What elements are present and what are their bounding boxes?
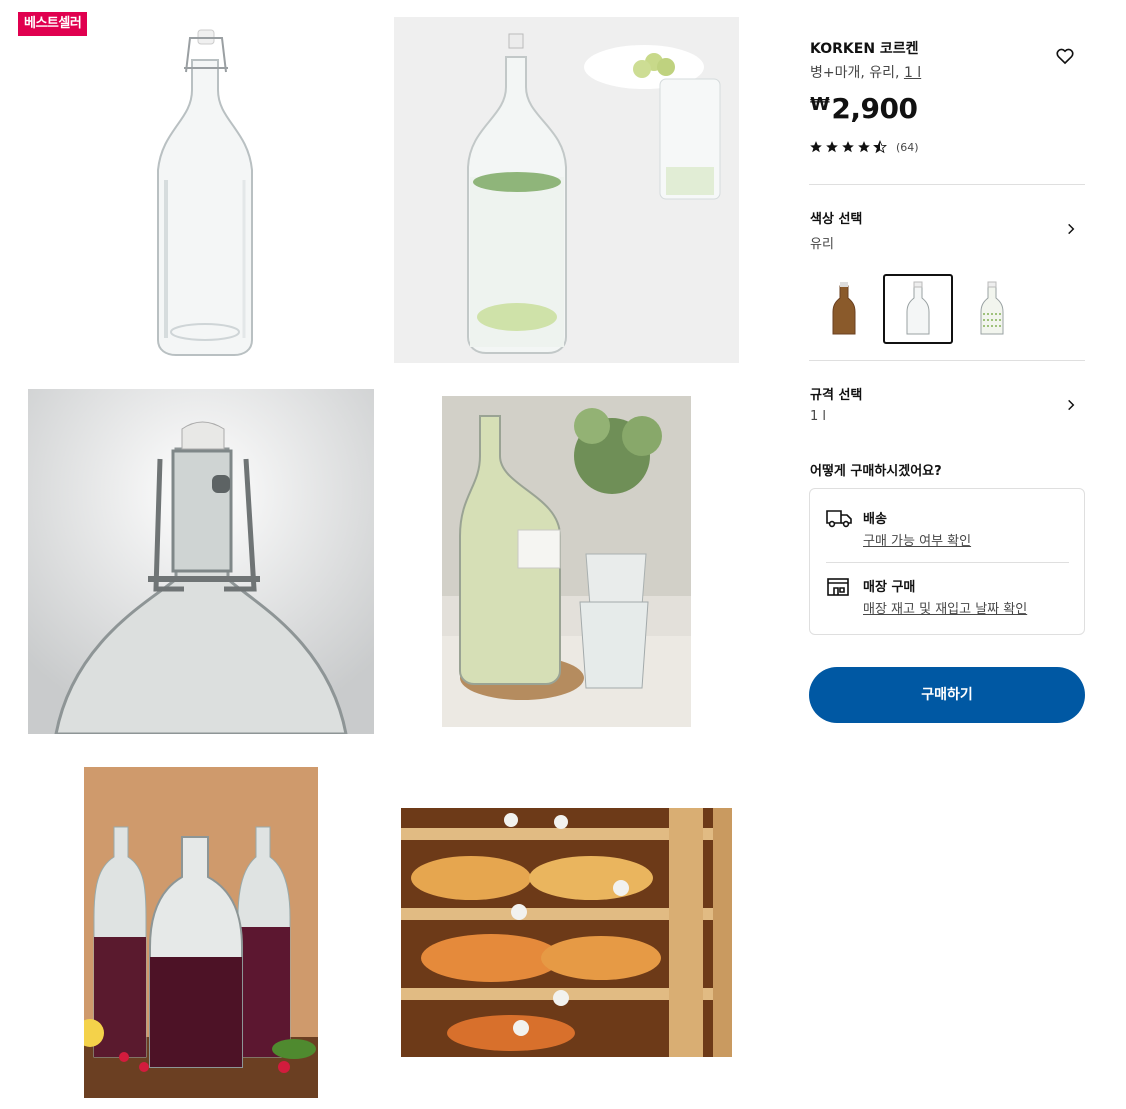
chevron-right-icon[interactable] xyxy=(1064,222,1078,236)
rating[interactable]: (64) xyxy=(809,140,919,154)
product-image-table-setting[interactable] xyxy=(442,396,691,727)
price-currency: ₩ xyxy=(810,94,830,115)
price-value: 2,900 xyxy=(831,92,918,125)
buy-button[interactable]: 구매하기 xyxy=(809,667,1085,723)
product-image-neck-closeup[interactable] xyxy=(28,389,374,734)
store-icon xyxy=(827,578,849,596)
color-select-value: 유리 xyxy=(810,237,834,252)
purchase-method-heading: 어떻게 구매하시겠어요? xyxy=(810,464,942,479)
divider xyxy=(809,184,1085,185)
delivery-title: 배송 xyxy=(863,512,887,527)
store-purchase-title: 매장 구매 xyxy=(863,580,916,595)
product-image-shelf-storage[interactable] xyxy=(401,808,732,1057)
star-icon xyxy=(858,141,870,153)
rating-count: (64) xyxy=(896,140,919,154)
truck-icon xyxy=(826,510,852,528)
product-image-infused-water[interactable] xyxy=(394,17,739,363)
swatch-patterned-bottle[interactable] xyxy=(957,274,1027,344)
store-stock-link[interactable]: 매장 재고 및 재입고 날짜 확인 xyxy=(863,598,1027,617)
bestseller-badge: 베스트셀러 xyxy=(18,12,88,36)
chevron-right-icon[interactable] xyxy=(1064,398,1078,412)
swatch-clear-bottle[interactable] xyxy=(883,274,953,344)
product-title: KORKEN 코르켄 xyxy=(810,41,919,57)
product-price: ₩2,900 xyxy=(810,92,918,125)
star-icon xyxy=(842,141,854,153)
product-subtitle: 병+마개, 유리, 1 l xyxy=(810,62,921,82)
delivery-availability-link[interactable]: 구매 가능 여부 확인 xyxy=(863,530,971,549)
color-select-label: 색상 선택 xyxy=(810,212,863,227)
swatch-brown-bottle[interactable] xyxy=(809,274,879,344)
star-half-icon xyxy=(873,140,887,154)
divider xyxy=(809,360,1085,361)
purchase-options-box: 배송 구매 가능 여부 확인 매장 구매 매장 재고 및 재입고 날짜 확인 xyxy=(809,488,1085,635)
divider xyxy=(826,562,1069,563)
product-description: 병+마개, 유리, xyxy=(810,65,904,81)
size-select-label: 규격 선택 xyxy=(810,388,863,403)
star-icon xyxy=(826,141,838,153)
size-select-value: 1 l xyxy=(810,409,827,424)
heart-icon[interactable] xyxy=(1055,46,1075,66)
product-image-bottle[interactable] xyxy=(120,20,290,360)
product-size-link[interactable]: 1 l xyxy=(904,65,921,81)
star-icon xyxy=(810,141,822,153)
product-image-juice-bottles[interactable] xyxy=(84,767,318,1098)
